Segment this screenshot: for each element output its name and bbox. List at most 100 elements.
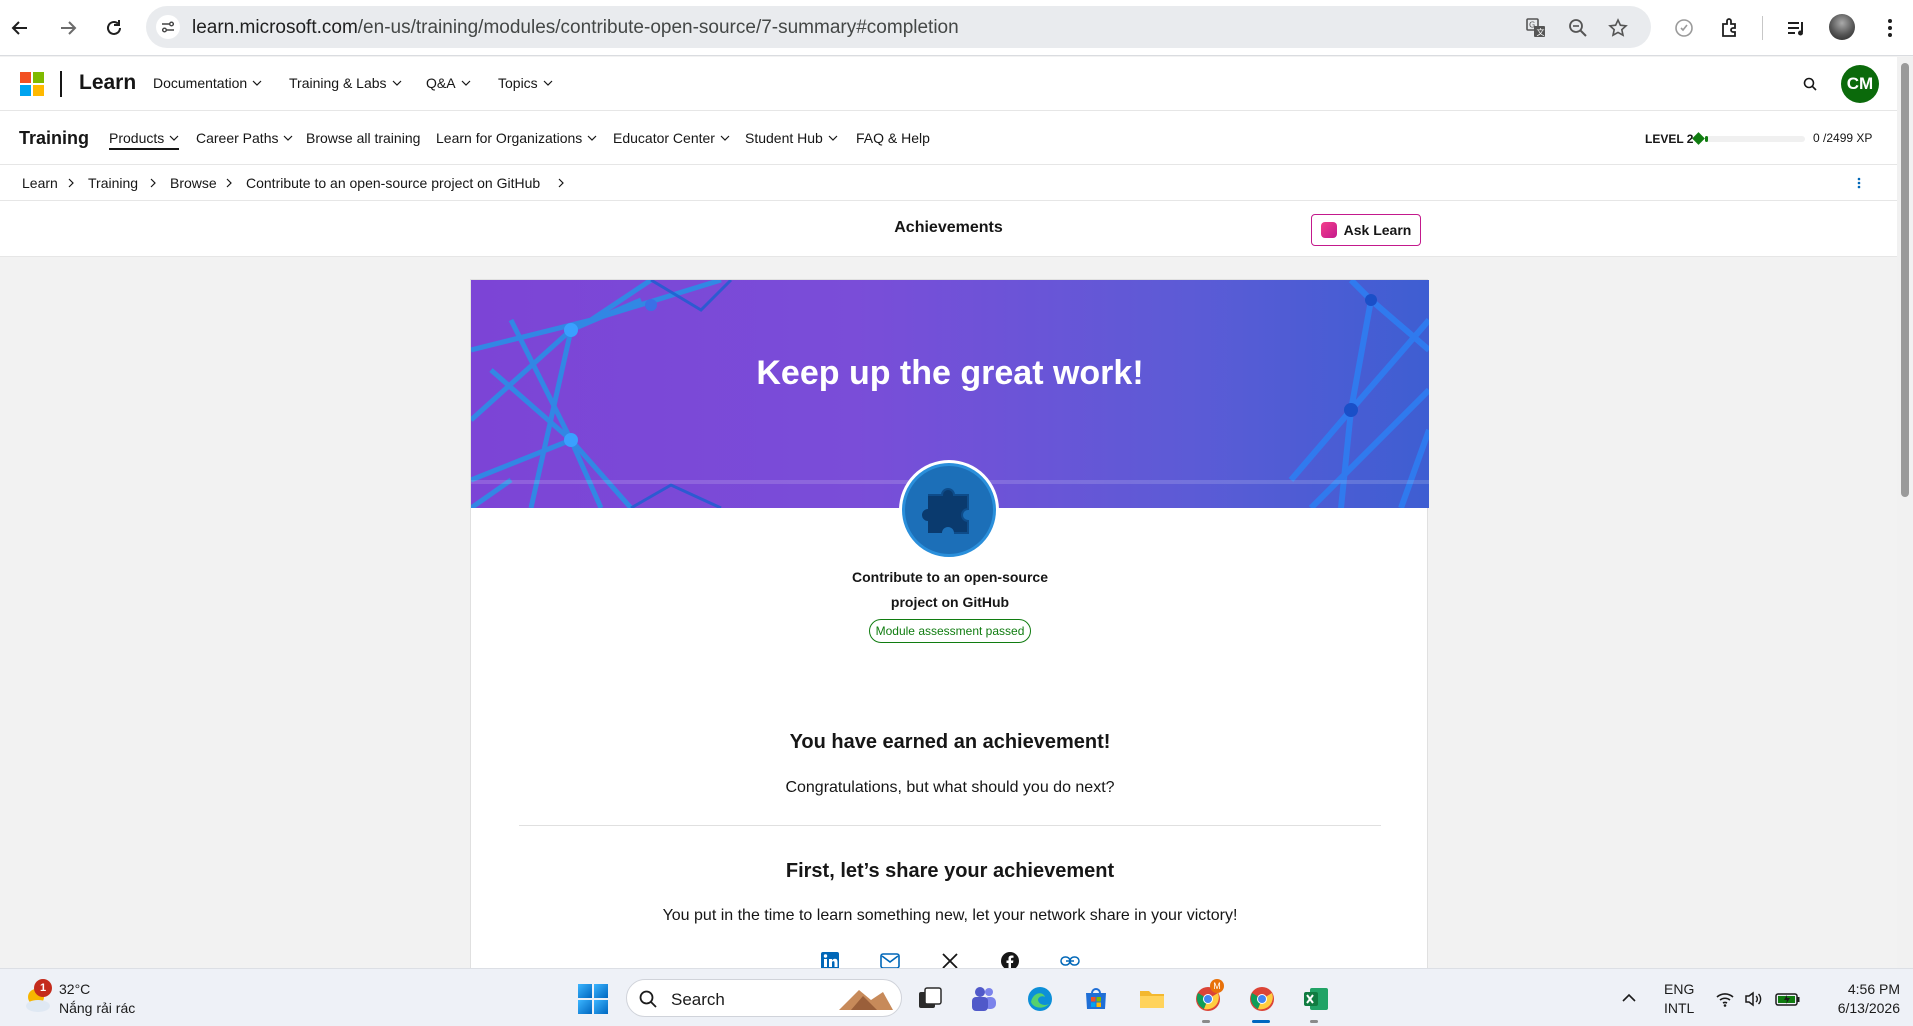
- battery-charging-icon[interactable]: [1775, 989, 1801, 1009]
- zoom-icon[interactable]: [1566, 16, 1590, 40]
- svg-text:G: G: [1529, 21, 1535, 30]
- back-button[interactable]: [6, 14, 34, 42]
- nav-label: Q&A: [426, 75, 456, 91]
- forward-button[interactable]: [54, 14, 82, 42]
- tnav-label: FAQ & Help: [856, 130, 930, 146]
- tnav-career-paths[interactable]: Career Paths: [196, 130, 293, 146]
- media-control-icon[interactable]: [1782, 14, 1810, 42]
- tnav-learn-for-organizations[interactable]: Learn for Organizations: [436, 130, 597, 146]
- chevron-right-icon[interactable]: [556, 178, 566, 188]
- browser-profile-avatar[interactable]: [1829, 14, 1855, 40]
- ask-learn-button[interactable]: Ask Learn: [1311, 214, 1421, 246]
- chevron-right-icon: [226, 178, 232, 188]
- header-divider: [60, 71, 62, 97]
- scrollbar-thumb[interactable]: [1901, 63, 1909, 497]
- app-running-indicator: [1202, 1020, 1210, 1023]
- nav-label: Topics: [498, 75, 538, 91]
- reload-button[interactable]: [100, 14, 128, 42]
- page-scrollbar[interactable]: [1897, 57, 1913, 968]
- lang-line1: ENG: [1664, 981, 1695, 997]
- x-icon[interactable]: [939, 950, 961, 968]
- status-badge: Module assessment passed: [869, 619, 1031, 643]
- xp-progress-fill: [1705, 136, 1708, 142]
- email-icon[interactable]: [879, 950, 901, 968]
- tnav-browse-all-training[interactable]: Browse all training: [306, 130, 420, 146]
- nav-qa[interactable]: Q&A: [426, 75, 471, 91]
- browser-menu-icon[interactable]: [1880, 14, 1900, 42]
- performance-icon[interactable]: [1670, 14, 1698, 42]
- microsoft-store-icon[interactable]: [1080, 983, 1112, 1015]
- tnav-label: Products: [109, 130, 165, 146]
- volume-icon[interactable]: [1743, 989, 1763, 1009]
- toolbar-divider: [1762, 16, 1763, 40]
- wifi-icon[interactable]: [1715, 989, 1735, 1009]
- nav-topics[interactable]: Topics: [498, 75, 553, 91]
- input-language-indicator[interactable]: ENG INTL: [1664, 980, 1694, 1018]
- tnav-faq-help[interactable]: FAQ & Help: [856, 130, 930, 146]
- xp-text: 0 /2499 XP: [1813, 131, 1873, 145]
- taskbar-search[interactable]: Search: [626, 979, 902, 1017]
- excel-icon[interactable]: [1300, 983, 1332, 1015]
- microsoft-logo[interactable]: [20, 72, 44, 96]
- weather-temp: 32°C: [59, 981, 91, 997]
- chevron-up-icon[interactable]: [1620, 989, 1638, 1007]
- chrome-profile-icon[interactable]: M: [1192, 979, 1224, 1015]
- edge-icon[interactable]: [1024, 983, 1056, 1015]
- web-page: Learn Documentation Training & Labs Q&A …: [0, 57, 1897, 968]
- achievements-bar: Achievements Ask Learn: [0, 201, 1897, 257]
- user-avatar[interactable]: CM: [1841, 65, 1879, 103]
- site-info-icon[interactable]: [156, 15, 180, 39]
- facebook-icon[interactable]: [999, 950, 1021, 968]
- address-bar[interactable]: learn.microsoft.com/en-us/training/modul…: [146, 6, 1651, 48]
- breadcrumb-training[interactable]: Training: [88, 175, 138, 191]
- svg-text:文: 文: [1537, 27, 1545, 37]
- more-options-icon[interactable]: [1856, 175, 1862, 191]
- chevron-right-icon: [68, 178, 74, 188]
- chevron-down-icon: [828, 135, 838, 141]
- training-brand-link[interactable]: Training: [19, 128, 89, 149]
- chevron-down-icon: [284, 135, 293, 141]
- extensions-icon[interactable]: [1716, 14, 1744, 42]
- task-view-icon[interactable]: [914, 983, 946, 1015]
- breadcrumb-browse[interactable]: Browse: [170, 175, 217, 191]
- chevron-down-icon: [252, 80, 262, 86]
- weather-widget[interactable]: 1 32°C Nắng rải rác: [20, 977, 220, 1021]
- module-name: Contribute to an open-source project on …: [471, 565, 1429, 615]
- tnav-label: Career Paths: [196, 130, 279, 146]
- teams-icon[interactable]: [968, 983, 1000, 1015]
- nav-training-labs[interactable]: Training & Labs: [289, 75, 402, 91]
- tnav-products[interactable]: Products: [109, 130, 180, 150]
- tnav-label: Learn for Organizations: [436, 130, 583, 146]
- start-button[interactable]: [578, 984, 608, 1014]
- ask-learn-label: Ask Learn: [1343, 222, 1412, 238]
- search-icon[interactable]: [1800, 74, 1822, 96]
- learn-brand-link[interactable]: Learn: [79, 71, 136, 95]
- link-icon[interactable]: [1059, 950, 1081, 968]
- share-heading: First, let’s share your achievement: [785, 860, 1115, 882]
- file-explorer-icon[interactable]: [1136, 983, 1168, 1015]
- site-header: Learn Documentation Training & Labs Q&A …: [0, 57, 1897, 111]
- tnav-educator-center[interactable]: Educator Center: [613, 130, 730, 146]
- system-clock[interactable]: 4:56 PM 6/13/2026: [1810, 980, 1900, 1018]
- achievement-card: Keep up the great work! Contribute to an…: [470, 279, 1429, 968]
- breadcrumb-learn[interactable]: Learn: [22, 175, 58, 191]
- divider: [519, 825, 1381, 826]
- module-name-line1: Contribute to an open-source: [852, 569, 1048, 585]
- nav-label: Documentation: [153, 75, 248, 91]
- chrome-active-icon[interactable]: [1246, 983, 1278, 1015]
- module-badge: [899, 460, 999, 560]
- linkedin-icon[interactable]: [819, 950, 841, 968]
- taskbar-search-label: Search: [671, 990, 725, 1009]
- nav-label: Training & Labs: [289, 75, 387, 91]
- chevron-down-icon: [169, 135, 179, 141]
- chevron-down-icon: [461, 80, 471, 86]
- banner-title: Keep up the great work!: [756, 354, 1144, 392]
- app-running-indicator: [1310, 1020, 1318, 1023]
- translate-icon[interactable]: 文G: [1524, 16, 1548, 40]
- bookmark-star-icon[interactable]: [1606, 16, 1630, 40]
- breadcrumb-module[interactable]: Contribute to an open-source project on …: [246, 175, 540, 191]
- tnav-student-hub[interactable]: Student Hub: [745, 130, 838, 146]
- nav-documentation[interactable]: Documentation: [153, 75, 262, 91]
- back-arrow-icon: [11, 21, 27, 35]
- clock-date: 6/13/2026: [1837, 1000, 1900, 1016]
